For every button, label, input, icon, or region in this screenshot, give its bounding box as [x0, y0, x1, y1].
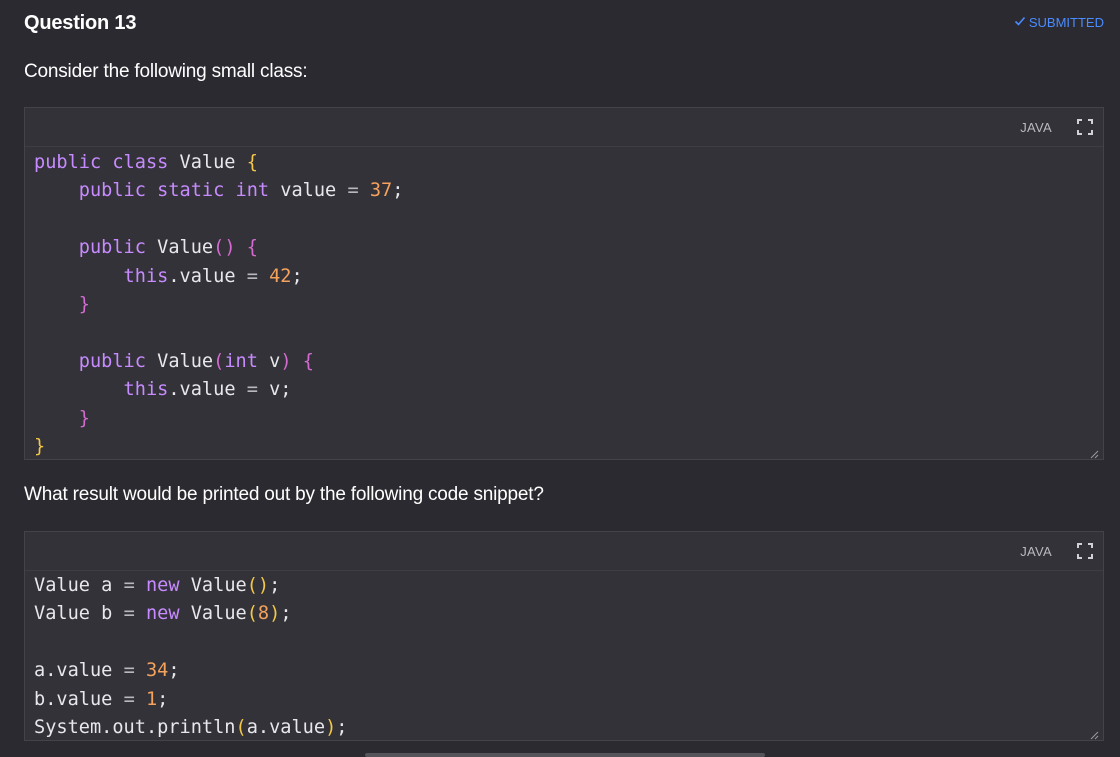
question-prompt-class: Consider the following small class:: [24, 61, 308, 82]
code-token: a.value: [34, 660, 124, 682]
code-token: ): [325, 716, 337, 738]
code-token: =: [246, 379, 270, 401]
code-token: b.value: [34, 688, 124, 710]
question-header: Question 13 SUBMITTED: [24, 10, 1104, 36]
code-token: Value b: [34, 603, 124, 625]
code-token: Value: [157, 350, 214, 372]
code-token: public static int: [34, 180, 281, 202]
code-token: (): [246, 575, 270, 596]
code-token: public: [34, 350, 158, 372]
expand-icon[interactable]: [1077, 543, 1093, 559]
code-line: this.value = 42;: [34, 263, 403, 291]
code-token: Value: [190, 603, 247, 625]
code-token: Value: [179, 152, 247, 173]
code-token: ;: [269, 575, 281, 596]
code-token: ;: [280, 603, 292, 625]
code-line: }: [34, 291, 403, 319]
code-line: }: [34, 405, 403, 433]
code-block-snippet[interactable]: JAVA Value a = new Value(); Value b = new…: [24, 531, 1104, 741]
code-token: new: [145, 603, 191, 625]
code-token: () {: [213, 237, 258, 259]
code-line: public Value() {: [34, 234, 403, 262]
code-token: Value a: [34, 575, 124, 596]
code-token: (: [213, 350, 225, 372]
expand-icon[interactable]: [1077, 119, 1093, 135]
code-token: v: [269, 350, 281, 372]
code-token: int: [224, 350, 270, 372]
code-line: Value b = new Value(8);: [34, 600, 347, 628]
code-token: ): [269, 603, 281, 625]
code-token: =: [123, 660, 146, 682]
code-token: 34: [145, 660, 169, 682]
code-token: }: [34, 435, 46, 457]
resize-handle-icon[interactable]: [1090, 727, 1099, 740]
code-content: public class Value { public static int v…: [34, 149, 403, 461]
code-token: }: [34, 407, 90, 429]
code-token: 1: [145, 688, 158, 710]
code-token: System.out.println: [34, 716, 236, 738]
code-line: }: [34, 433, 403, 461]
code-token: 42: [269, 265, 292, 287]
code-token: .value: [168, 265, 247, 287]
code-line: b.value = 1;: [34, 686, 347, 714]
code-token: 8: [257, 603, 270, 625]
code-block-class[interactable]: JAVA public class Value { public static …: [24, 107, 1104, 460]
code-token: Value: [190, 575, 247, 596]
code-token: 37: [369, 180, 393, 202]
code-token: value: [280, 180, 348, 202]
code-token: =: [123, 688, 146, 710]
code-token: }: [34, 293, 90, 315]
question-title: Question 13: [24, 12, 137, 34]
code-token: this: [34, 265, 169, 287]
code-line: this.value = v;: [34, 376, 403, 404]
code-token: Value: [157, 237, 214, 259]
language-label: JAVA: [1020, 120, 1052, 135]
code-token: public class: [34, 152, 180, 173]
code-token: {: [246, 152, 258, 173]
code-line: public static int value = 37;: [34, 177, 404, 205]
code-token: public: [34, 237, 158, 259]
code-line: a.value = 34;: [34, 657, 347, 685]
code-token: (: [235, 716, 247, 738]
status-label: SUBMITTED: [1028, 15, 1104, 30]
resize-handle-icon[interactable]: [1090, 446, 1099, 459]
code-token: v;: [269, 379, 292, 401]
code-token: =: [123, 575, 146, 596]
horizontal-scrollbar[interactable]: [365, 753, 765, 757]
code-token: ;: [168, 660, 180, 682]
code-token: ;: [392, 180, 404, 202]
code-token: =: [246, 265, 270, 287]
code-toolbar: JAVA: [25, 532, 1103, 571]
code-token: (: [246, 603, 258, 625]
code-token: ;: [157, 688, 169, 710]
language-label: JAVA: [1020, 544, 1052, 559]
code-token: ;: [336, 716, 348, 738]
code-token: ;: [291, 265, 303, 287]
code-token: this: [34, 379, 169, 401]
question-prompt-snippet: What result would be printed out by the …: [24, 484, 544, 505]
question-page: Question 13 SUBMITTED Consider the follo…: [0, 0, 1120, 757]
code-token: =: [123, 603, 146, 625]
code-token: .value: [168, 379, 247, 401]
code-line: public Value(int v) {: [34, 348, 403, 376]
code-line: System.out.println(a.value);: [34, 714, 347, 742]
check-icon: [1014, 15, 1026, 31]
code-token: new: [145, 575, 191, 596]
code-token: ) {: [280, 350, 314, 372]
code-token: a.value: [246, 716, 326, 738]
submitted-status: SUBMITTED: [1014, 15, 1104, 31]
code-toolbar: JAVA: [25, 108, 1103, 147]
code-token: =: [347, 180, 370, 202]
code-line: Value a = new Value();: [34, 572, 347, 600]
code-line: public class Value {: [34, 149, 403, 177]
code-content: Value a = new Value(); Value b = new Valu…: [34, 572, 347, 742]
